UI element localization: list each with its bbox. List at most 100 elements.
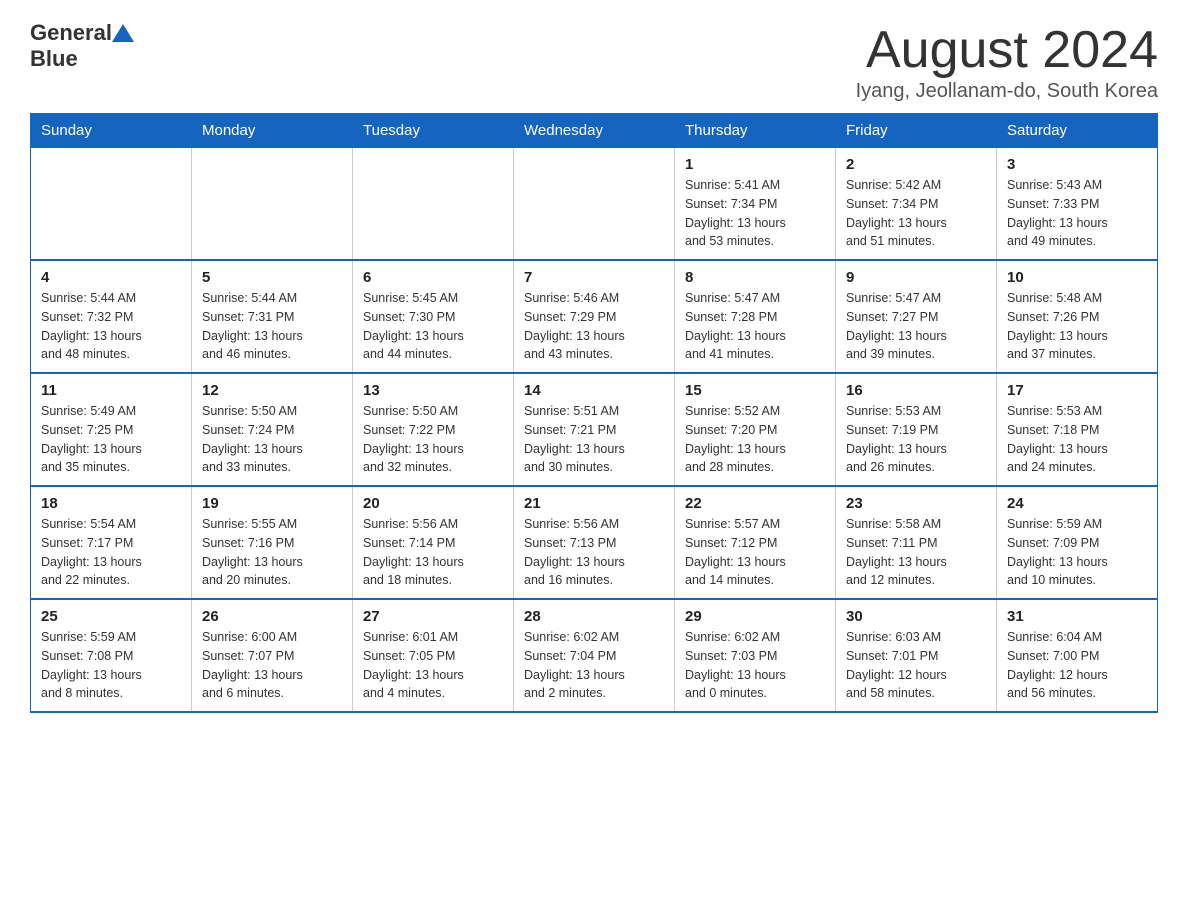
day-number: 11 bbox=[41, 382, 181, 399]
day-info: Sunrise: 5:52 AMSunset: 7:20 PMDaylight:… bbox=[685, 402, 825, 477]
calendar-cell: 7 Sunrise: 5:46 AMSunset: 7:29 PMDaylight… bbox=[514, 260, 675, 373]
calendar-cell: 11Sunrise: 5:49 AMSunset: 7:25 PMDayligh… bbox=[31, 373, 192, 486]
day-number: 2 bbox=[846, 156, 986, 173]
day-number: 25 bbox=[41, 608, 181, 625]
month-title: August 2024 bbox=[856, 20, 1158, 80]
day-number: 12 bbox=[202, 382, 342, 399]
day-info: Sunrise: 6:03 AMSunset: 7:01 PMDaylight:… bbox=[846, 628, 986, 703]
calendar-week-1: 1Sunrise: 5:41 AMSunset: 7:34 PMDaylight… bbox=[31, 148, 1158, 261]
header-tuesday: Tuesday bbox=[353, 114, 514, 148]
day-number: 16 bbox=[846, 382, 986, 399]
calendar-header-row: SundayMondayTuesdayWednesdayThursdayFrid… bbox=[31, 114, 1158, 148]
calendar-cell: 29 Sunrise: 6:02 AMSunset: 7:03 PMDayligh… bbox=[675, 599, 836, 712]
calendar-cell: 13 Sunrise: 5:50 AMSunset: 7:22 PMDayligh… bbox=[353, 373, 514, 486]
day-info: Sunrise: 6:02 AMSunset: 7:03 PMDaylight:… bbox=[685, 628, 825, 703]
day-number: 4 bbox=[41, 269, 181, 286]
calendar-cell bbox=[192, 148, 353, 261]
day-number: 3 bbox=[1007, 156, 1147, 173]
day-info: Sunrise: 6:00 AMSunset: 7:07 PMDaylight:… bbox=[202, 628, 342, 703]
header-sunday: Sunday bbox=[31, 114, 192, 148]
calendar-cell: 17Sunrise: 5:53 AMSunset: 7:18 PMDayligh… bbox=[997, 373, 1158, 486]
day-info: Sunrise: 5:55 AMSunset: 7:16 PMDaylight:… bbox=[202, 515, 342, 590]
day-info: Sunrise: 5:46 AMSunset: 7:29 PMDaylight:… bbox=[524, 289, 664, 364]
calendar-cell: 4 Sunrise: 5:44 AMSunset: 7:32 PMDaylight… bbox=[31, 260, 192, 373]
day-number: 6 bbox=[363, 269, 503, 286]
day-number: 30 bbox=[846, 608, 986, 625]
day-number: 21 bbox=[524, 495, 664, 512]
day-info: Sunrise: 5:54 AMSunset: 7:17 PMDaylight:… bbox=[41, 515, 181, 590]
calendar-week-5: 25 Sunrise: 5:59 AMSunset: 7:08 PMDayligh… bbox=[31, 599, 1158, 712]
calendar-week-2: 4 Sunrise: 5:44 AMSunset: 7:32 PMDaylight… bbox=[31, 260, 1158, 373]
calendar-cell bbox=[353, 148, 514, 261]
calendar-cell: 27 Sunrise: 6:01 AMSunset: 7:05 PMDayligh… bbox=[353, 599, 514, 712]
header-thursday: Thursday bbox=[675, 114, 836, 148]
day-info: Sunrise: 5:57 AMSunset: 7:12 PMDaylight:… bbox=[685, 515, 825, 590]
day-info: Sunrise: 5:56 AMSunset: 7:14 PMDaylight:… bbox=[363, 515, 503, 590]
day-number: 28 bbox=[524, 608, 664, 625]
day-number: 8 bbox=[685, 269, 825, 286]
day-info: Sunrise: 6:01 AMSunset: 7:05 PMDaylight:… bbox=[363, 628, 503, 703]
day-number: 27 bbox=[363, 608, 503, 625]
calendar-cell: 3 Sunrise: 5:43 AMSunset: 7:33 PMDaylight… bbox=[997, 148, 1158, 261]
header-friday: Friday bbox=[836, 114, 997, 148]
day-info: Sunrise: 5:47 AMSunset: 7:27 PMDaylight:… bbox=[846, 289, 986, 364]
calendar-cell: 22 Sunrise: 5:57 AMSunset: 7:12 PMDayligh… bbox=[675, 486, 836, 599]
calendar-cell: 1Sunrise: 5:41 AMSunset: 7:34 PMDaylight… bbox=[675, 148, 836, 261]
day-info: Sunrise: 5:48 AMSunset: 7:26 PMDaylight:… bbox=[1007, 289, 1147, 364]
calendar-table: SundayMondayTuesdayWednesdayThursdayFrid… bbox=[30, 113, 1158, 713]
calendar-cell bbox=[514, 148, 675, 261]
day-info: Sunrise: 5:44 AMSunset: 7:31 PMDaylight:… bbox=[202, 289, 342, 364]
calendar-cell: 18Sunrise: 5:54 AMSunset: 7:17 PMDayligh… bbox=[31, 486, 192, 599]
calendar-cell: 25 Sunrise: 5:59 AMSunset: 7:08 PMDayligh… bbox=[31, 599, 192, 712]
calendar-cell: 30 Sunrise: 6:03 AMSunset: 7:01 PMDayligh… bbox=[836, 599, 997, 712]
day-info: Sunrise: 5:47 AMSunset: 7:28 PMDaylight:… bbox=[685, 289, 825, 364]
calendar-cell: 20 Sunrise: 5:56 AMSunset: 7:14 PMDayligh… bbox=[353, 486, 514, 599]
day-number: 7 bbox=[524, 269, 664, 286]
day-info: Sunrise: 6:04 AMSunset: 7:00 PMDaylight:… bbox=[1007, 628, 1147, 703]
calendar-week-4: 18Sunrise: 5:54 AMSunset: 7:17 PMDayligh… bbox=[31, 486, 1158, 599]
day-info: Sunrise: 5:42 AMSunset: 7:34 PMDaylight:… bbox=[846, 176, 986, 251]
logo-blue: Blue bbox=[30, 46, 78, 71]
day-info: Sunrise: 5:58 AMSunset: 7:11 PMDaylight:… bbox=[846, 515, 986, 590]
day-info: Sunrise: 5:59 AMSunset: 7:08 PMDaylight:… bbox=[41, 628, 181, 703]
day-number: 31 bbox=[1007, 608, 1147, 625]
day-number: 15 bbox=[685, 382, 825, 399]
calendar-cell: 21 Sunrise: 5:56 AMSunset: 7:13 PMDayligh… bbox=[514, 486, 675, 599]
day-number: 1 bbox=[685, 156, 825, 173]
day-number: 13 bbox=[363, 382, 503, 399]
calendar-cell: 28 Sunrise: 6:02 AMSunset: 7:04 PMDayligh… bbox=[514, 599, 675, 712]
logo-general: General bbox=[30, 20, 112, 46]
day-number: 17 bbox=[1007, 382, 1147, 399]
day-info: Sunrise: 5:45 AMSunset: 7:30 PMDaylight:… bbox=[363, 289, 503, 364]
day-number: 29 bbox=[685, 608, 825, 625]
day-info: Sunrise: 5:43 AMSunset: 7:33 PMDaylight:… bbox=[1007, 176, 1147, 251]
calendar-cell: 26Sunrise: 6:00 AMSunset: 7:07 PMDayligh… bbox=[192, 599, 353, 712]
calendar-week-3: 11Sunrise: 5:49 AMSunset: 7:25 PMDayligh… bbox=[31, 373, 1158, 486]
calendar-cell: 19 Sunrise: 5:55 AMSunset: 7:16 PMDayligh… bbox=[192, 486, 353, 599]
day-info: Sunrise: 5:59 AMSunset: 7:09 PMDaylight:… bbox=[1007, 515, 1147, 590]
calendar-cell: 5 Sunrise: 5:44 AMSunset: 7:31 PMDaylight… bbox=[192, 260, 353, 373]
calendar-cell: 16Sunrise: 5:53 AMSunset: 7:19 PMDayligh… bbox=[836, 373, 997, 486]
header-saturday: Saturday bbox=[997, 114, 1158, 148]
day-info: Sunrise: 5:50 AMSunset: 7:22 PMDaylight:… bbox=[363, 402, 503, 477]
day-number: 14 bbox=[524, 382, 664, 399]
logo: General Blue bbox=[30, 20, 134, 73]
day-number: 20 bbox=[363, 495, 503, 512]
calendar-cell: 12Sunrise: 5:50 AMSunset: 7:24 PMDayligh… bbox=[192, 373, 353, 486]
day-info: Sunrise: 6:02 AMSunset: 7:04 PMDaylight:… bbox=[524, 628, 664, 703]
calendar-cell: 9 Sunrise: 5:47 AMSunset: 7:27 PMDaylight… bbox=[836, 260, 997, 373]
day-number: 22 bbox=[685, 495, 825, 512]
location-title: Iyang, Jeollanam-do, South Korea bbox=[856, 80, 1158, 103]
calendar-cell: 23 Sunrise: 5:58 AMSunset: 7:11 PMDayligh… bbox=[836, 486, 997, 599]
header-monday: Monday bbox=[192, 114, 353, 148]
day-info: Sunrise: 5:56 AMSunset: 7:13 PMDaylight:… bbox=[524, 515, 664, 590]
calendar-cell: 10Sunrise: 5:48 AMSunset: 7:26 PMDayligh… bbox=[997, 260, 1158, 373]
day-number: 19 bbox=[202, 495, 342, 512]
calendar-cell: 24Sunrise: 5:59 AMSunset: 7:09 PMDayligh… bbox=[997, 486, 1158, 599]
day-info: Sunrise: 5:44 AMSunset: 7:32 PMDaylight:… bbox=[41, 289, 181, 364]
title-area: August 2024 Iyang, Jeollanam-do, South K… bbox=[856, 20, 1158, 103]
calendar-cell bbox=[31, 148, 192, 261]
day-number: 23 bbox=[846, 495, 986, 512]
day-number: 9 bbox=[846, 269, 986, 286]
day-number: 5 bbox=[202, 269, 342, 286]
